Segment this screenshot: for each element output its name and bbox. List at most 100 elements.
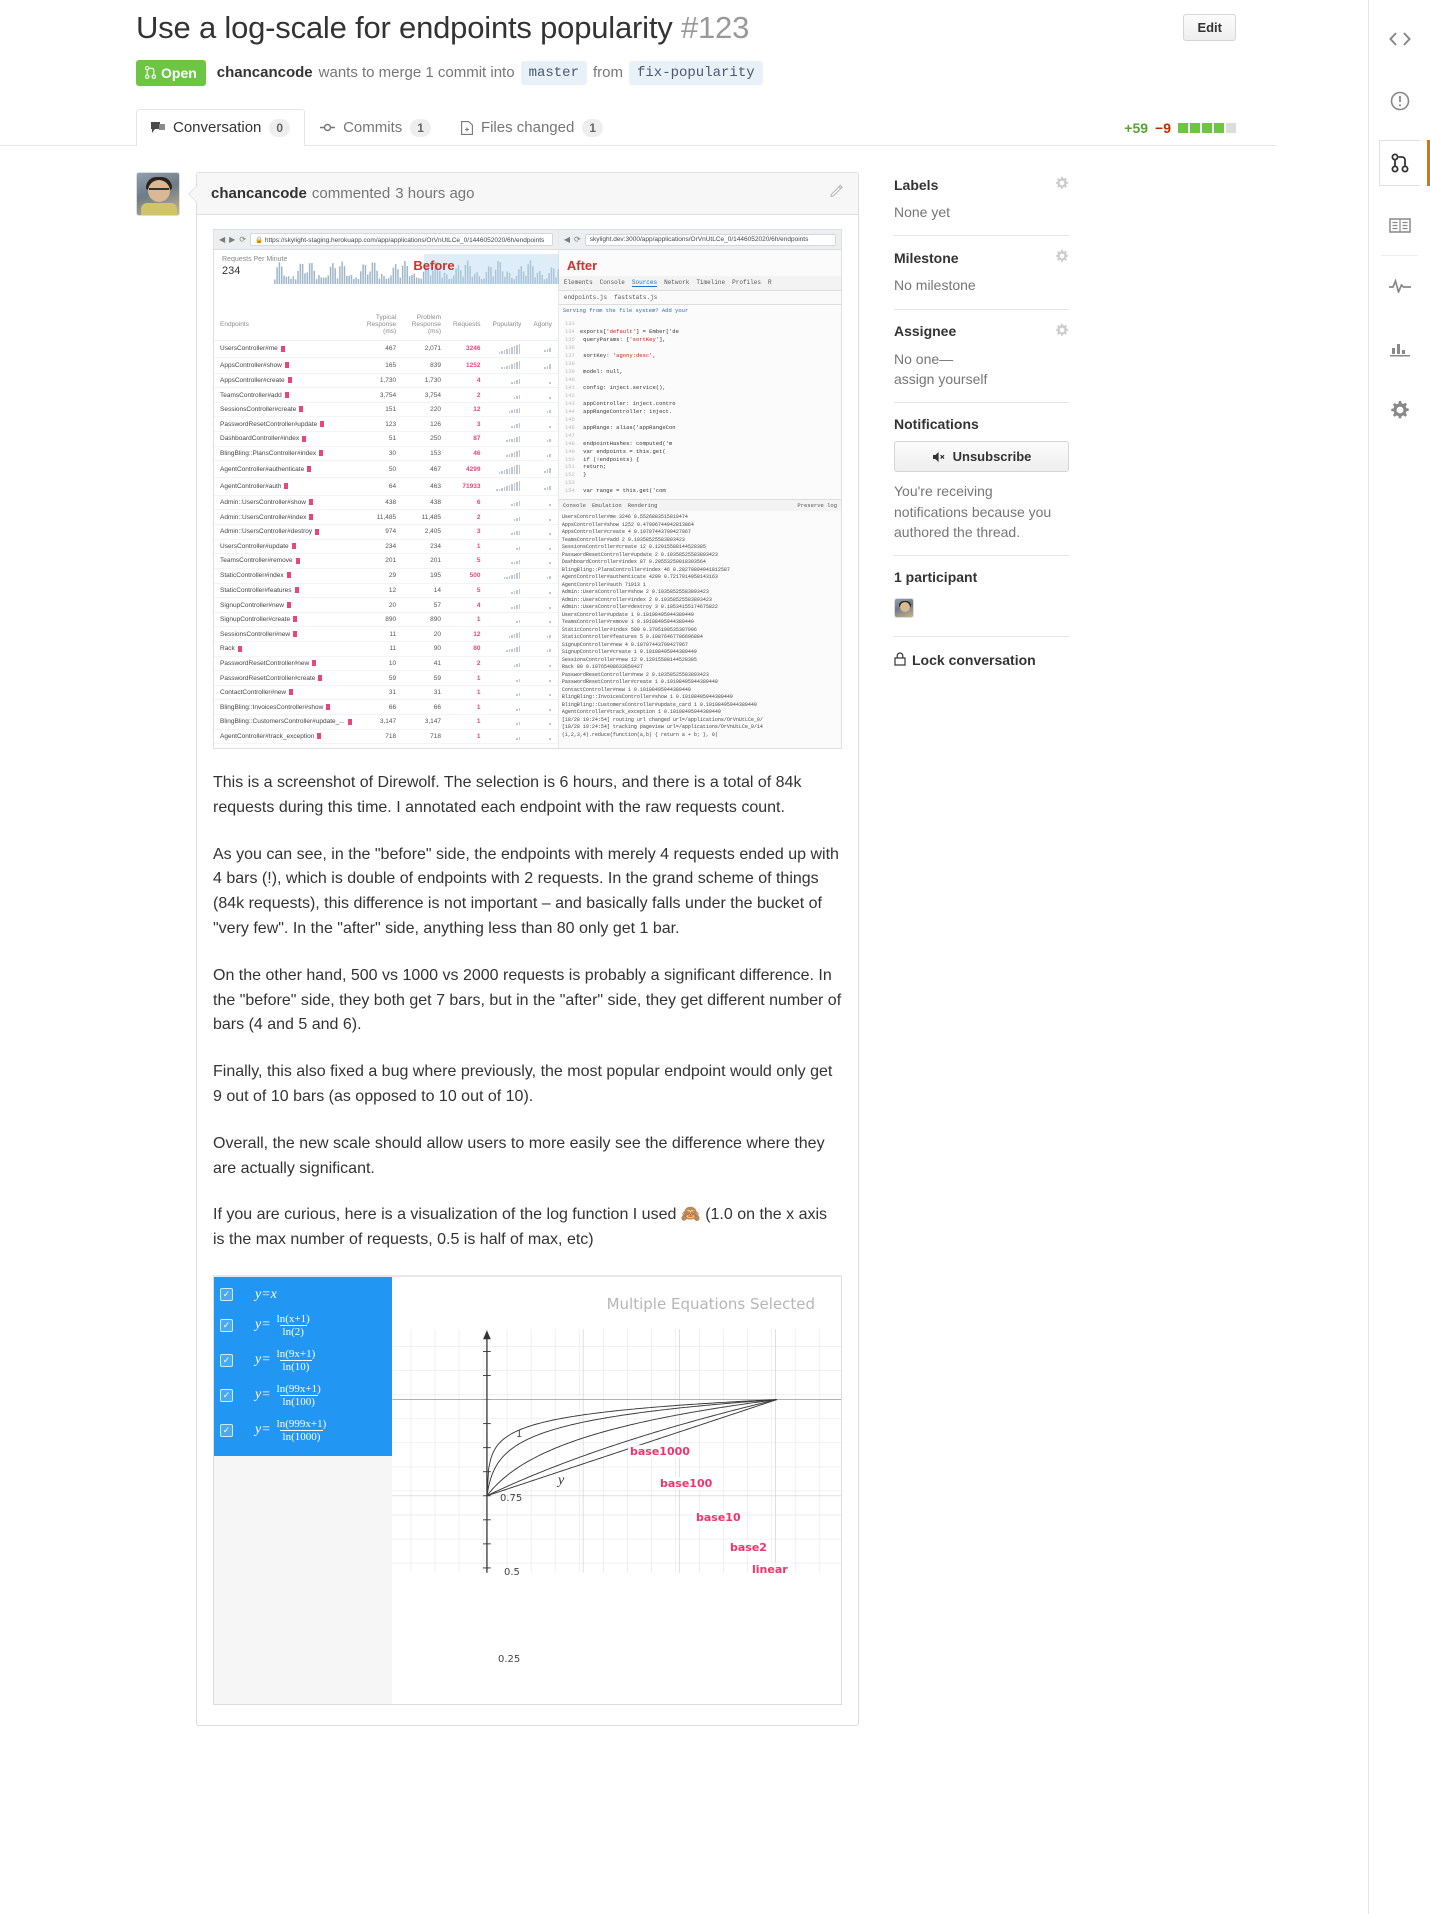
- assignee-gear-icon[interactable]: [1055, 323, 1069, 340]
- table-cell: 1: [447, 699, 487, 716]
- comment-author[interactable]: chancancode: [211, 185, 307, 202]
- edit-button[interactable]: Edit: [1183, 14, 1236, 41]
- sidebar-section-assignee: Assignee No one— assign yourself: [894, 323, 1069, 404]
- console-line: BlingBling::InvoicesController#show 1 0.…: [561, 694, 733, 701]
- table-cell: 6: [447, 495, 487, 511]
- devtools-console-tabs[interactable]: Console Emulation Rendering Preserve log: [558, 499, 841, 512]
- agony-bars: [527, 340, 558, 358]
- curve-label-linear: linear: [750, 1562, 790, 1576]
- equation-row[interactable]: ✓ y= ln(99x+1) ln(100): [214, 1378, 392, 1413]
- equation-formula: y= ln(x+1) ln(2): [255, 1312, 310, 1338]
- equation-checkbox[interactable]: ✓: [220, 1318, 233, 1332]
- devtools-tab[interactable]: Network: [664, 279, 689, 287]
- table-cell: 46: [447, 446, 487, 462]
- table-row: SessionsController#create 151 220 12: [214, 402, 558, 418]
- comment-timestamp: 3 hours ago: [395, 185, 475, 203]
- table-cell: 14: [402, 583, 448, 599]
- pr-title-text: Use a log-scale for endpoints popularity: [136, 10, 673, 45]
- devtools-tab[interactable]: Profiles: [732, 279, 761, 287]
- agony-bars: [527, 357, 558, 374]
- diffstat-additions: +59: [1124, 120, 1149, 137]
- console-tab[interactable]: Rendering: [628, 502, 658, 509]
- popularity-bars: [486, 568, 528, 584]
- screenshot-after-pane: ◀ ⟳ skylight.dev:3000/app/applications/O…: [558, 230, 841, 749]
- pull-request-icon: [1391, 153, 1409, 173]
- assignee-value[interactable]: No one— assign yourself: [894, 349, 1069, 390]
- rail-code[interactable]: [1379, 16, 1420, 62]
- tab-commits[interactable]: Commits 1: [305, 109, 446, 146]
- console-tab[interactable]: Emulation: [592, 502, 622, 509]
- labels-gear-icon[interactable]: [1055, 176, 1069, 193]
- equation-checkbox[interactable]: ✓: [220, 1353, 233, 1367]
- base-branch[interactable]: master: [520, 60, 587, 85]
- rail-pulse[interactable]: [1379, 263, 1420, 309]
- comment-icon: [151, 122, 165, 134]
- lock-conversation-button[interactable]: Lock conversation: [894, 650, 1069, 670]
- rail-settings[interactable]: [1379, 387, 1420, 433]
- devtools-file-tabs[interactable]: endpoints.js faststats.js: [558, 291, 841, 306]
- table-cell: 5: [447, 583, 487, 599]
- console-line: StaticController#features 5 0.1087646770…: [561, 634, 703, 641]
- preserve-log-label[interactable]: Preserve log: [797, 502, 837, 509]
- table-cell: 12: [447, 402, 487, 418]
- url-left: 🔒 https://skylight-staging.herokuapp.com…: [250, 233, 553, 247]
- rail-pull-requests[interactable]: [1379, 140, 1430, 186]
- labels-heading: Labels: [894, 176, 939, 193]
- code-line: 139 model: null,: [564, 367, 623, 375]
- table-cell: 59: [357, 670, 403, 686]
- code-line: 151 return;: [564, 463, 607, 471]
- devtools-tabs[interactable]: Elements Console Sources Network Timeline Pro…: [558, 276, 841, 292]
- equation-row[interactable]: ✓ y=x: [214, 1282, 392, 1308]
- equation-list-selected[interactable]: ✓ y=x ✓ y= ln(x+1) ln(2) ✓ y= ln(9x+1) ln(10) ✓ y= l…: [214, 1276, 392, 1456]
- popularity-bars: [486, 495, 528, 511]
- equation-row[interactable]: ✓ y= ln(x+1) ln(2): [214, 1308, 392, 1343]
- table-row: SignupController#new 20 57 4: [214, 597, 558, 613]
- devtools-tab[interactable]: R: [768, 279, 772, 287]
- equation-checkbox[interactable]: ✓: [220, 1388, 233, 1402]
- code-line: 137 sortKey: 'agony:desc',: [564, 351, 656, 359]
- table-cell: 59: [402, 670, 448, 686]
- milestone-gear-icon[interactable]: [1055, 249, 1069, 266]
- tab-files-changed[interactable]: Files changed 1: [446, 109, 618, 146]
- table-cell: 839: [402, 357, 448, 374]
- agony-bars: [527, 553, 558, 569]
- equation-row[interactable]: ✓ y= ln(999x+1) ln(1000): [214, 1413, 392, 1448]
- rail-wiki[interactable]: [1379, 202, 1420, 248]
- console-line: Admin::UsersController#show 2 0.10358525…: [561, 589, 709, 596]
- console-line: SignupController#new 4 0.107074437094279…: [561, 641, 688, 648]
- equation-row[interactable]: ✓ y= ln(9x+1) ln(10): [214, 1343, 392, 1378]
- pr-author[interactable]: chancancode: [217, 64, 313, 81]
- popularity-bars: [486, 729, 528, 745]
- equation-checkbox[interactable]: ✓: [220, 1288, 233, 1302]
- devtools-tab[interactable]: Timeline: [696, 279, 725, 287]
- table-cell: BlingBling::CustomersController#update_.…: [214, 714, 358, 730]
- code-line: 153: [564, 479, 575, 487]
- participant-avatar[interactable]: [894, 598, 914, 619]
- tab-conversation[interactable]: Conversation 0: [136, 108, 306, 147]
- avatar[interactable]: [136, 172, 180, 217]
- devtools-file-tab[interactable]: faststats.js: [614, 294, 657, 301]
- graph-area: Multiple Equations Selected y 1 0.75 0.5…: [392, 1276, 841, 1704]
- devtools-tab[interactable]: Console: [600, 279, 625, 287]
- agony-bars: [527, 714, 558, 730]
- devtools-tab[interactable]: Elements: [564, 279, 593, 287]
- equation-checkbox[interactable]: ✓: [220, 1423, 233, 1437]
- popularity-bars: [486, 416, 528, 433]
- table-cell: 1,730: [402, 373, 448, 389]
- console-tab[interactable]: Console: [563, 502, 586, 509]
- rail-issues[interactable]: [1379, 78, 1420, 124]
- console-line: SessionsController#create 12 0.120155881…: [561, 544, 706, 551]
- rail-graphs[interactable]: [1379, 325, 1420, 371]
- popularity-bars: [486, 477, 528, 496]
- lock-conversation-label: Lock conversation: [912, 652, 1036, 669]
- content-wrapper: chancancode commented 3 hours ago ◀ ▶ ⟳ …: [0, 146, 1276, 1726]
- unsubscribe-button[interactable]: Unsubscribe: [894, 441, 1069, 473]
- devtools-file-tab[interactable]: endpoints.js: [564, 294, 607, 301]
- table-cell: 890: [402, 612, 448, 628]
- edit-pencil-icon[interactable]: [829, 184, 844, 203]
- table-row: SessionsController#new 11 20 12: [214, 626, 558, 643]
- agony-bars: [527, 460, 558, 479]
- equation-list: ✓ y=x ✓ y= ln(x+1) ln(2) ✓ y= ln(9x+1) ln(10) ✓ y= l…: [214, 1276, 392, 1704]
- devtools-tab[interactable]: Sources: [631, 279, 658, 288]
- head-branch[interactable]: fix-popularity: [629, 60, 763, 85]
